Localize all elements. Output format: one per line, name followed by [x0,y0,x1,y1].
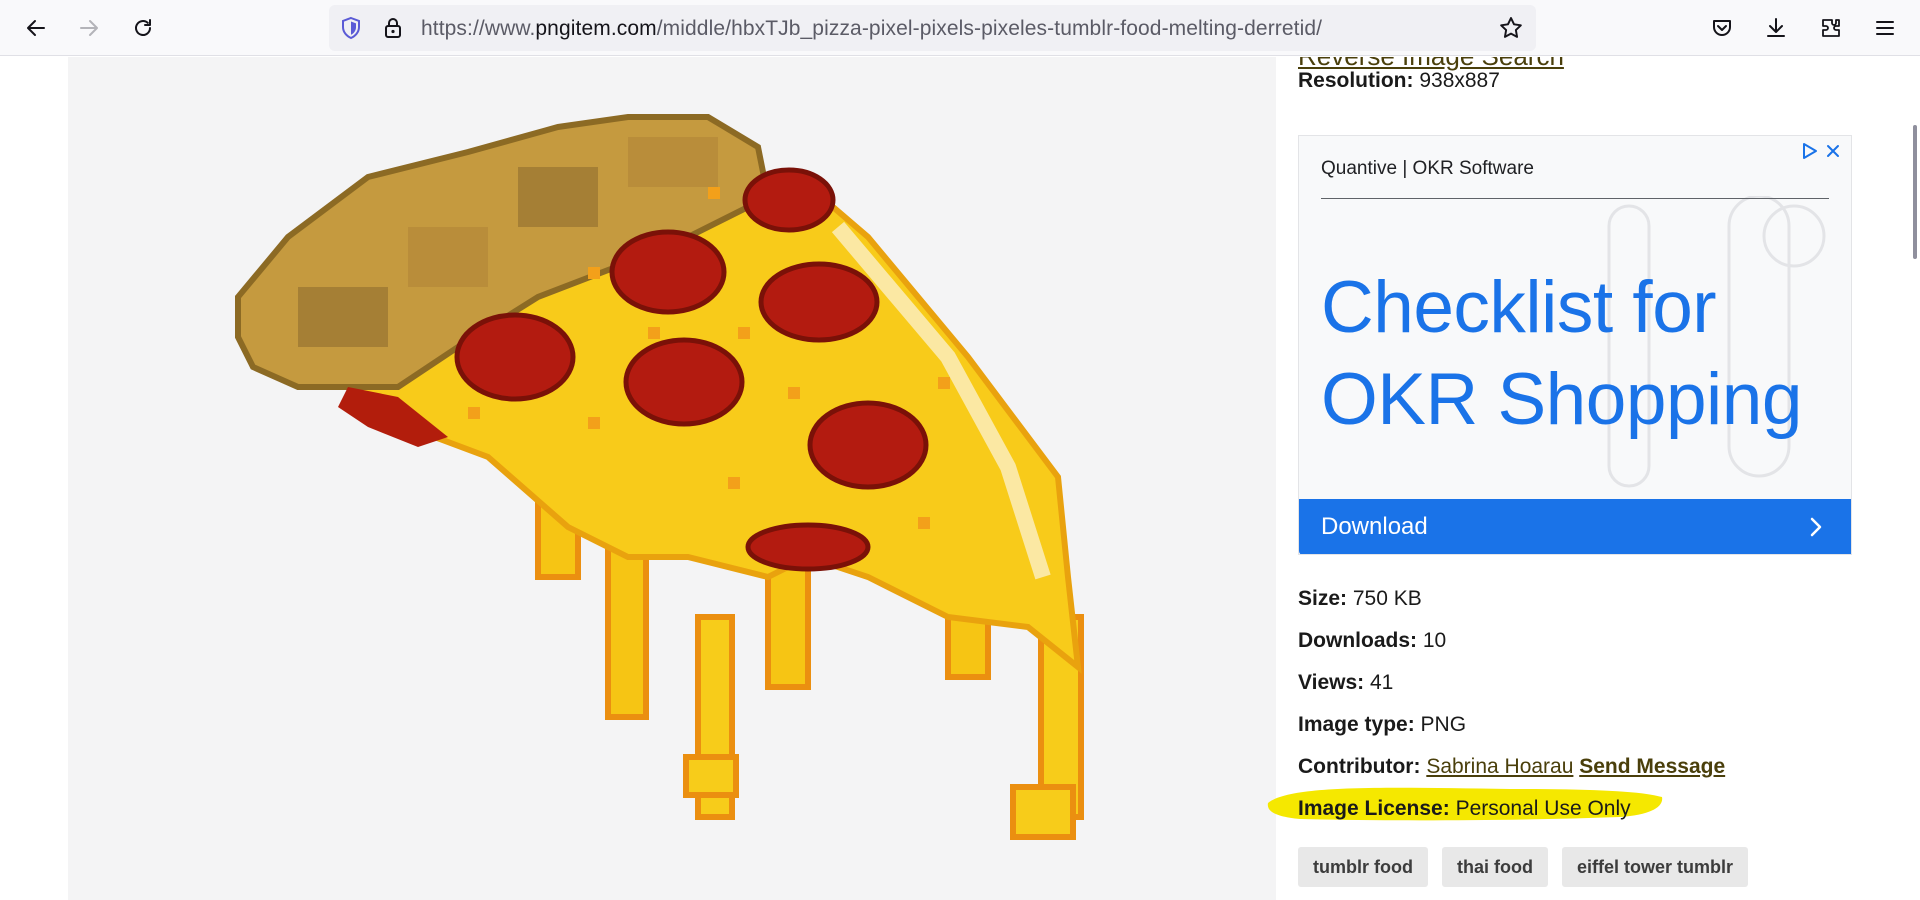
pizza-image [235,114,1084,840]
adchoices-icon[interactable] [1801,142,1819,160]
views-row: Views: 41 [1298,671,1393,695]
extensions-button[interactable] [1812,9,1850,47]
advertisement[interactable]: Quantive | OKR Software Checklist for OK… [1298,135,1852,555]
extensions-icon [1822,19,1840,37]
lock-icon[interactable] [381,16,405,40]
downloads-value: 10 [1422,629,1447,652]
back-button[interactable] [17,9,55,47]
ad-cta-label: Download [1321,513,1428,540]
page-content: Reverse Image Search Resolution: 938x887… [0,57,1920,900]
chevron-right-icon [1810,517,1822,537]
pocket-button[interactable] [1703,9,1741,47]
downloads-row: Downloads: 10 [1298,629,1446,653]
arrow-right-icon [80,20,98,36]
download-icon [1767,18,1785,37]
tag-item[interactable]: eiffel tower tumblr [1561,847,1748,887]
ad-advertiser[interactable]: Quantive | OKR Software [1321,158,1534,180]
downloads-label: Downloads: [1298,629,1417,652]
size-value: 750 KB [1352,587,1422,610]
url-prefix: https://www. [421,17,536,40]
image-preview[interactable] [68,57,1276,900]
license-row: Image License: Personal Use Only [1298,797,1631,821]
close-icon[interactable] [1825,143,1841,159]
reload-button[interactable] [124,9,162,47]
size-label: Size: [1298,587,1348,610]
license-label: Image License: [1298,797,1450,820]
views-value: 41 [1370,671,1394,694]
url-path: /middle/hbxTJb_pizza-pixel-pixels-pixele… [656,17,1323,40]
reload-icon [135,19,151,36]
image-type-label: Image type: [1298,713,1415,736]
image-type-row: Image type: PNG [1298,713,1466,737]
url-domain: pngitem.com [535,17,657,40]
size-row: Size: 750 KB [1298,587,1422,611]
star-icon[interactable] [1498,15,1524,41]
ad-divider [1321,198,1829,199]
resolution-value: 938x887 [1419,69,1500,92]
ad-headline[interactable]: Checklist for OKR Shopping [1321,262,1841,446]
ad-choices[interactable] [1801,142,1841,160]
tag-item[interactable]: thai food [1441,847,1548,887]
tracking-shield-icon[interactable] [339,16,363,40]
send-message-link[interactable]: Send Message [1579,755,1725,778]
browser-toolbar: https://www.pngitem.com/middle/hbxTJb_pi… [0,0,1920,56]
resolution-row: Resolution: 938x887 [1298,69,1500,93]
contributor-row: Contributor: Sabrina Hoarau Send Message [1298,755,1725,779]
menu-button[interactable] [1866,9,1904,47]
ad-download-button[interactable]: Download [1299,499,1851,554]
url-text[interactable]: https://www.pngitem.com/middle/hbxTJb_pi… [421,17,1322,41]
arrow-left-icon [27,20,45,36]
forward-button[interactable] [70,9,108,47]
resolution-label: Resolution: [1298,69,1414,92]
hamburger-menu-icon [1876,21,1894,35]
contributor-label: Contributor: [1298,755,1421,778]
scrollbar-thumb[interactable] [1913,125,1917,259]
license-value: Personal Use Only [1455,797,1631,820]
url-bar[interactable]: https://www.pngitem.com/middle/hbxTJb_pi… [329,5,1536,51]
downloads-button[interactable] [1757,9,1795,47]
contributor-link[interactable]: Sabrina Hoarau [1426,755,1573,778]
views-label: Views: [1298,671,1365,694]
tag-list: tumblr food thai food eiffel tower tumbl… [1298,847,1748,887]
tag-item[interactable]: tumblr food [1298,847,1428,887]
page-scrollbar[interactable] [1906,57,1920,900]
image-type-value: PNG [1420,713,1467,736]
pocket-icon [1713,20,1731,36]
